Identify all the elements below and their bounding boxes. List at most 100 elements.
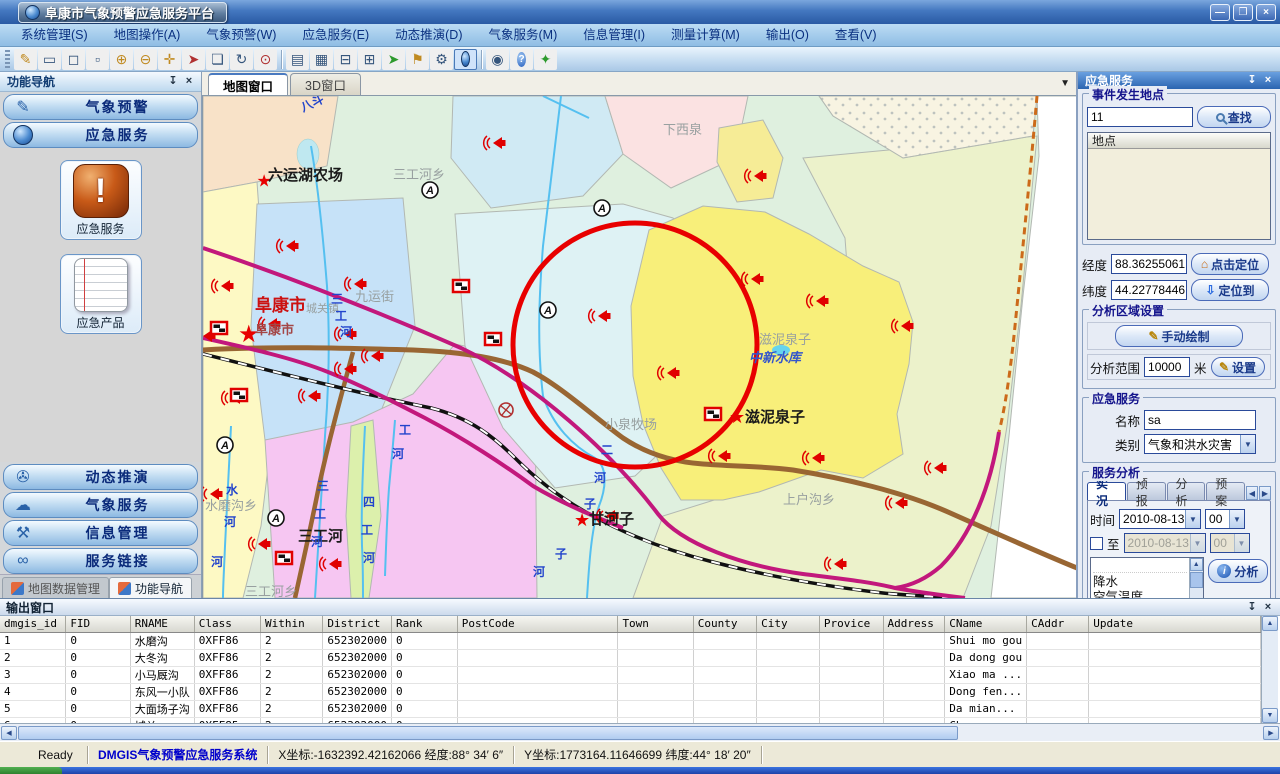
output-vscrollbar[interactable]: ▲ ▼ (1261, 616, 1278, 723)
click-locate-button[interactable]: ⌂ 点击定位 (1191, 253, 1269, 275)
map-canvas[interactable]: AAAAA★★★★六运湖农场三工河乡下西泉八斗九运街阜康市城关镇阜康市滋泥泉子中… (202, 96, 1076, 598)
minimize-button[interactable]: — (1210, 4, 1230, 21)
element-list[interactable]: 降水空气温度 ▲ (1090, 557, 1204, 598)
table-row[interactable]: 30小马厩沟0XFF8626523020000Xiao ma ... (0, 666, 1261, 683)
menu-item-9[interactable]: 查看(V) (822, 24, 890, 46)
globe-service-icon[interactable] (454, 49, 477, 70)
help-icon[interactable]: ? (510, 49, 533, 70)
locate-pin-icon[interactable]: ⚑ (406, 49, 429, 70)
analysis-tab-0[interactable]: 实况 (1087, 482, 1126, 500)
start-button-fragment[interactable] (0, 767, 62, 774)
table-row[interactable]: 10水磨沟0XFF8626523020000Shui mo gou (0, 632, 1261, 649)
menu-item-8[interactable]: 输出(O) (753, 24, 822, 46)
select-feature-icon[interactable]: ▭ (38, 49, 61, 70)
element-list-item-1[interactable]: 空气温度 (1093, 590, 1187, 598)
event-search-input[interactable]: 11 (1087, 107, 1193, 127)
date-select[interactable]: 2010-08-13 ▼ (1119, 509, 1201, 529)
analysis-tab-2[interactable]: 分析 (1167, 482, 1206, 500)
table-row[interactable]: 50大面场子沟0XFF8626523020000Da mian... (0, 700, 1261, 717)
output-pin-icon[interactable]: ↧ (1244, 600, 1260, 614)
table-row[interactable]: 20大冬沟0XFF8626523020000Da dong gou (0, 649, 1261, 666)
lon-input[interactable]: 88.36255061 (1111, 254, 1187, 274)
table-row[interactable]: 40东风一小队0XFF8626523020000Dong fen... (0, 683, 1261, 700)
scroll-up-icon[interactable]: ▲ (1262, 616, 1278, 631)
map-tab-0[interactable]: 地图窗口 (208, 73, 288, 95)
lat-input[interactable]: 44.22778446 (1111, 280, 1187, 300)
chevron-down-icon[interactable]: ▼ (1185, 510, 1200, 528)
left-panel-pin-icon[interactable]: ↧ (165, 75, 181, 89)
sidebar-item-top-0[interactable]: ✎气象预警 (3, 94, 198, 120)
element-list-scrollbar[interactable]: ▲ (1189, 558, 1203, 598)
analysis-tab-1[interactable]: 预报 (1127, 482, 1166, 500)
left-panel-close-icon[interactable]: × (181, 75, 197, 89)
eye-icon[interactable]: ◉ (486, 49, 509, 70)
zoom-out-icon[interactable]: ⊖ (134, 49, 157, 70)
export-image-icon[interactable]: ▦ (310, 49, 333, 70)
identify-icon[interactable]: ⊙ (254, 49, 277, 70)
right-panel-pin-icon[interactable]: ↧ (1244, 74, 1260, 88)
tool-button-0[interactable]: !应急服务 (60, 160, 142, 240)
output-hscrollbar[interactable]: ◀ ▶ (0, 723, 1280, 741)
manual-draw-button[interactable]: ✎ 手动绘制 (1115, 325, 1243, 347)
map-tab-1[interactable]: 3D窗口 (290, 73, 361, 95)
element-list-item-0[interactable]: 降水 (1093, 575, 1187, 590)
menu-item-1[interactable]: 地图操作(A) (101, 24, 194, 46)
print-preview-icon[interactable]: ⊞ (358, 49, 381, 70)
hscroll-thumb[interactable] (18, 726, 958, 740)
location-list[interactable]: 地点 (1087, 132, 1271, 240)
scroll-right-icon[interactable]: ▶ (1263, 726, 1279, 740)
sidebar-item-bottom-0[interactable]: ✇动态推演 (3, 464, 198, 490)
tool-button-1[interactable]: 应急产品 (60, 254, 142, 334)
clear-selection-icon[interactable]: ▫ (86, 49, 109, 70)
menu-item-0[interactable]: 系统管理(S) (8, 24, 101, 46)
settings-icon[interactable]: ⚙ (430, 49, 453, 70)
select-rectangle-icon[interactable]: ◻ (62, 49, 85, 70)
service-name-input[interactable]: sa (1144, 410, 1256, 430)
map-tab-dropdown-icon[interactable]: ▼ (1060, 78, 1070, 89)
hour2-select[interactable]: 00 ▼ (1210, 533, 1250, 553)
search-button[interactable]: 查找 (1197, 106, 1271, 128)
right-panel-close-icon[interactable]: × (1260, 74, 1276, 88)
full-extent-icon[interactable]: ❏ (206, 49, 229, 70)
layers-icon[interactable]: ▤ (286, 49, 309, 70)
scroll-left-icon[interactable]: ◀ (1, 726, 17, 740)
map-svg[interactable]: AAAAA★★★★六运湖农场三工河乡下西泉八斗九运街阜康市城关镇阜康市滋泥泉子中… (203, 96, 1076, 598)
left-tab-0[interactable]: 地图数据管理 (2, 577, 109, 598)
measure-icon[interactable]: ✎ (14, 49, 37, 70)
menu-item-3[interactable]: 应急服务(E) (289, 24, 382, 46)
menu-item-4[interactable]: 动态推演(D) (382, 24, 475, 46)
output-close-icon[interactable]: × (1260, 600, 1276, 614)
sidebar-item-top-1[interactable]: 应急服务 (3, 122, 198, 148)
menu-item-5[interactable]: 气象服务(M) (476, 24, 571, 46)
hour-select[interactable]: 00 ▼ (1205, 509, 1245, 529)
left-tab-1[interactable]: 功能导航 (109, 577, 192, 598)
range-input[interactable]: 10000 (1144, 357, 1190, 377)
toolbar-grip[interactable] (5, 50, 10, 68)
pan-icon[interactable]: ✛ (158, 49, 181, 70)
tab-scroll-right-icon[interactable]: ▶ (1259, 486, 1271, 500)
menu-item-6[interactable]: 信息管理(I) (570, 24, 658, 46)
service-type-select[interactable]: 气象和洪水灾害 ▼ (1144, 434, 1256, 454)
location-list-body[interactable] (1088, 149, 1270, 239)
tab-scroll-left-icon[interactable]: ◀ (1246, 486, 1258, 500)
menu-item-2[interactable]: 气象预警(W) (193, 24, 289, 46)
export-scene-icon[interactable]: ✦ (534, 49, 557, 70)
locate-to-button[interactable]: ⇩ 定位到 (1191, 279, 1269, 301)
select-arrow-icon[interactable]: ➤ (382, 49, 405, 70)
chevron-down-icon[interactable]: ▼ (1229, 510, 1244, 528)
close-button[interactable]: × (1256, 4, 1276, 21)
chevron-down-icon[interactable]: ▼ (1240, 435, 1255, 453)
analyze-button[interactable]: i 分析 (1208, 559, 1268, 583)
pointer-icon[interactable]: ➤ (182, 49, 205, 70)
scroll-down-icon[interactable]: ▼ (1262, 708, 1278, 723)
date2-select[interactable]: 2010-08-13 ▼ (1124, 533, 1206, 553)
refresh-icon[interactable]: ↻ (230, 49, 253, 70)
sidebar-item-bottom-1[interactable]: ☁气象服务 (3, 492, 198, 518)
sidebar-item-bottom-2[interactable]: ⚒信息管理 (3, 520, 198, 546)
analysis-tab-3[interactable]: 预案 (1206, 482, 1245, 500)
print-icon[interactable]: ⊟ (334, 49, 357, 70)
set-range-button[interactable]: ✎ 设置 (1211, 357, 1265, 377)
scroll-up-icon[interactable]: ▲ (1190, 558, 1203, 571)
sidebar-item-bottom-3[interactable]: ∞服务链接 (3, 548, 198, 574)
restore-button[interactable]: ❐ (1233, 4, 1253, 21)
